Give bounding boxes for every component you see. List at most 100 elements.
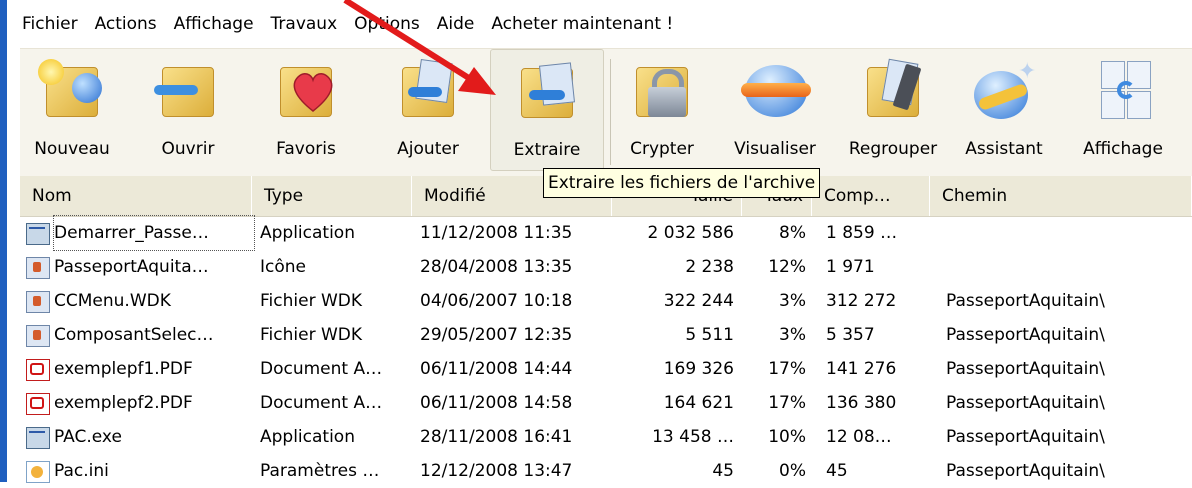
cell-nom: PasseportAquita… <box>54 257 209 277</box>
cell-type: Document A… <box>260 359 383 379</box>
cell-nom: Demarrer_Passe… <box>53 215 255 251</box>
cell-type: Fichier WDK <box>260 325 363 345</box>
cell-comp: 1 859 … <box>826 223 898 243</box>
cell-modifie: 06/11/2008 14:44 <box>420 359 573 379</box>
application-file-icon <box>26 223 50 245</box>
menu-fichier[interactable]: Fichier <box>22 14 78 34</box>
cell-taux: 0% <box>779 461 806 481</box>
wizard-icon: ✦ <box>964 55 1044 125</box>
view-button[interactable]: Visualiser <box>720 49 830 169</box>
cell-type: Fichier WDK <box>260 291 363 311</box>
column-chemin[interactable]: Chemin <box>930 176 1192 216</box>
application-file-icon <box>26 427 50 449</box>
favorites-label: Favoris <box>276 139 336 159</box>
cell-comp: 1 971 <box>826 257 875 277</box>
menu-actions[interactable]: Actions <box>95 14 157 34</box>
cell-taux: 8% <box>779 223 806 243</box>
table-row[interactable]: PasseportAquita… Icône 28/04/2008 13:35 2 2… <box>20 250 1192 284</box>
document-file-icon <box>26 291 50 313</box>
toolbar: Nouveau Ouvrir Favoris Ajouter Extraire <box>20 48 1192 177</box>
column-nom[interactable]: Nom <box>20 176 252 216</box>
add-button[interactable]: Ajouter <box>378 49 478 169</box>
table-row[interactable]: ComposantSelec… Fichier WDK 29/05/2007 12:… <box>20 318 1192 352</box>
favorites-button[interactable]: Favoris <box>260 49 352 169</box>
encrypt-label: Crypter <box>630 139 694 159</box>
cell-type: Icône <box>260 257 306 277</box>
cell-chemin: PasseportAquitain\ <box>946 325 1105 345</box>
cell-taux: 12% <box>768 257 806 277</box>
add-files-icon <box>388 55 468 125</box>
cell-modifie: 11/12/2008 11:35 <box>420 223 573 243</box>
ini-file-icon <box>26 461 50 483</box>
new-button[interactable]: Nouveau <box>26 49 118 169</box>
cell-comp: 136 380 <box>826 393 897 413</box>
cell-chemin <box>946 216 1186 250</box>
wizard-button[interactable]: ✦ Assistant <box>954 49 1054 169</box>
extract-button[interactable]: Extraire <box>490 49 604 171</box>
file-list: Demarrer_Passe… Application 11/12/2008 11:… <box>20 215 1192 488</box>
cell-taux: 3% <box>779 325 806 345</box>
table-row[interactable]: Demarrer_Passe… Application 11/12/2008 11:… <box>20 215 1192 251</box>
menu-options[interactable]: Options <box>354 14 420 34</box>
display-button[interactable]: Affichage <box>1070 49 1176 169</box>
menu-travaux[interactable]: Travaux <box>271 14 338 34</box>
column-comp[interactable]: Comp… <box>812 176 930 216</box>
merge-button[interactable]: Regrouper <box>836 49 950 169</box>
cell-chemin <box>946 250 1186 284</box>
table-row[interactable]: Pac.ini Paramètres … 12/12/2008 13:47 45 0% 4… <box>20 454 1192 488</box>
window-left-border <box>0 0 7 482</box>
view-label: Visualiser <box>734 139 816 159</box>
cell-taille: 322 244 <box>663 291 734 311</box>
wizard-label: Assistant <box>965 139 1043 159</box>
cell-nom: Pac.ini <box>54 461 109 481</box>
cell-nom: CCMenu.WDK <box>54 291 171 311</box>
table-row[interactable]: CCMenu.WDK Fichier WDK 04/06/2007 10:18 322… <box>20 284 1192 318</box>
menu-aide[interactable]: Aide <box>437 14 475 34</box>
cell-chemin: PasseportAquitain\ <box>946 359 1105 379</box>
toolbar-separator <box>610 59 611 165</box>
cell-type: Application <box>260 427 355 447</box>
open-button[interactable]: Ouvrir <box>148 49 228 169</box>
new-label: Nouveau <box>34 139 110 159</box>
cell-chemin: PasseportAquitain\ <box>946 291 1105 311</box>
cell-modifie: 28/04/2008 13:35 <box>420 257 573 277</box>
open-folder-icon <box>148 55 228 125</box>
document-file-icon <box>26 325 50 347</box>
tooltip: Extraire les fichiers de l'archive <box>543 168 821 198</box>
pdf-file-icon <box>26 393 50 415</box>
cell-taille: 164 621 <box>663 393 734 413</box>
cell-comp: 12 08… <box>826 427 892 447</box>
display-icon <box>1083 55 1163 125</box>
cell-type: Paramètres … <box>260 461 380 481</box>
cell-type: Application <box>260 223 355 243</box>
cell-comp: 141 276 <box>826 359 897 379</box>
cell-taux: 17% <box>768 393 806 413</box>
cell-taux: 3% <box>779 291 806 311</box>
column-type[interactable]: Type <box>252 176 412 216</box>
view-glasses-icon <box>735 55 815 125</box>
menu-affichage[interactable]: Affichage <box>174 14 254 34</box>
cell-chemin: PasseportAquitain\ <box>946 427 1105 447</box>
extract-label: Extraire <box>513 140 581 160</box>
new-archive-icon <box>32 55 112 125</box>
cell-taux: 10% <box>768 427 806 447</box>
table-row[interactable]: exemplepf2.PDF Document A… 06/11/2008 14:5… <box>20 386 1192 420</box>
table-row[interactable]: exemplepf1.PDF Document A… 06/11/2008 14:4… <box>20 352 1192 386</box>
cell-nom: PAC.exe <box>54 427 122 447</box>
cell-nom: exemplepf1.PDF <box>54 359 193 379</box>
pdf-file-icon <box>26 359 50 381</box>
encrypt-lock-icon <box>622 55 702 125</box>
cell-type: Document A… <box>260 393 383 413</box>
cell-taille: 13 458 … <box>652 427 734 447</box>
cell-taille: 45 <box>712 461 734 481</box>
cell-taux: 17% <box>768 359 806 379</box>
cell-nom: exemplepf2.PDF <box>54 393 193 413</box>
encrypt-button[interactable]: Crypter <box>618 49 706 169</box>
cell-chemin: PasseportAquitain\ <box>946 461 1105 481</box>
menu-acheter[interactable]: Acheter maintenant ! <box>491 14 673 34</box>
cell-taille: 5 511 <box>685 325 734 345</box>
cell-modifie: 06/11/2008 14:58 <box>420 393 573 413</box>
table-row[interactable]: PAC.exe Application 28/11/2008 16:41 13 458… <box>20 420 1192 454</box>
cell-comp: 312 272 <box>826 291 897 311</box>
extract-files-icon <box>507 56 587 126</box>
